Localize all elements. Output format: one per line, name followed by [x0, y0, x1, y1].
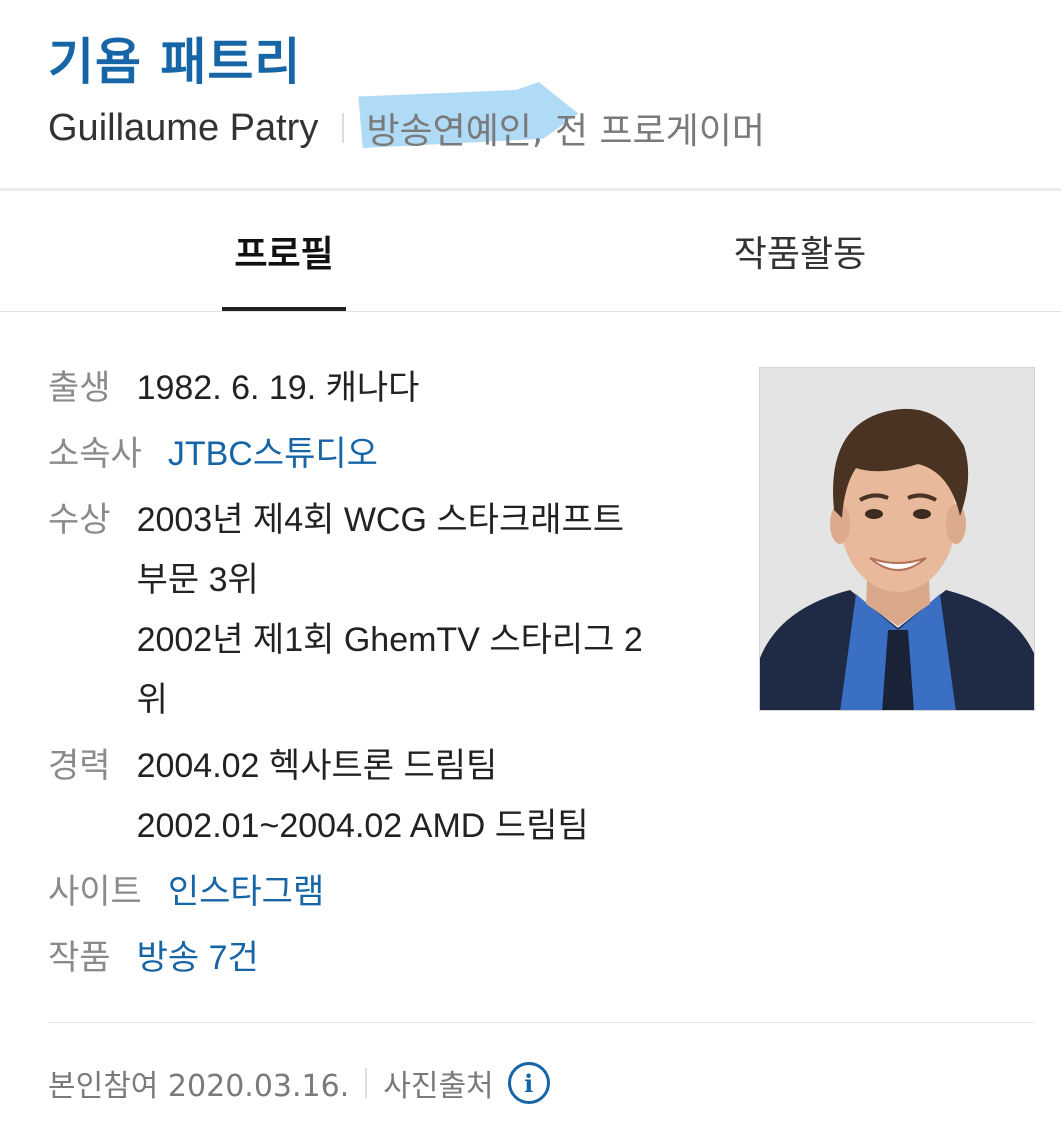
english-name: Guillaume Patry: [48, 106, 319, 149]
award-line: 부문 3위: [136, 561, 259, 599]
info-row-works: 작품 방송 7건: [48, 928, 748, 988]
info-row-awards: 수상 2003년 제4회 WCG 스타크래프트 부문 3위 2002년 제1회 …: [48, 490, 748, 730]
awards-list: 2003년 제4회 WCG 스타크래프트 부문 3위 2002년 제1회 Ghe…: [137, 490, 643, 730]
tab-works[interactable]: 작품활동: [690, 191, 910, 311]
subtitle: Guillaume Patry 방송연예인, 전 프로게이머: [48, 82, 765, 156]
birth-label: 출생: [48, 368, 111, 408]
tab-bar: 프로필 작품활동: [0, 191, 1061, 312]
career-label: 경력: [48, 746, 111, 786]
info-row-agency: 소속사 JTBC스튜디오: [48, 424, 748, 484]
info-row-birth: 출생 1982. 6. 19. 캐나다: [48, 358, 748, 418]
career-line: 2002.01~2004.02 AMD 드림팀: [136, 807, 589, 845]
agency-label: 소속사: [48, 434, 142, 474]
active-tab-indicator: [222, 307, 346, 311]
person-name[interactable]: 기욤 패트리: [48, 30, 301, 94]
info-row-career: 경력 2004.02 헥사트론 드림팀 2002.01~2004.02 AMD …: [48, 736, 748, 856]
profile-header: 기욤 패트리 Guillaume Patry 방송연예인, 전 프로게이머: [0, 0, 1061, 188]
award-line: 위: [136, 681, 168, 719]
instagram-link[interactable]: 인스타그램: [168, 862, 324, 922]
tab-profile[interactable]: 프로필: [186, 191, 382, 311]
occupation: 방송연예인, 전 프로게이머: [358, 82, 765, 154]
footer-separator: [365, 1068, 368, 1098]
works-label: 작품: [48, 938, 111, 978]
career-list: 2004.02 헥사트론 드림팀 2002.01~2004.02 AMD 드림팀: [137, 736, 589, 856]
footer-divider: [48, 1022, 1034, 1023]
career-line: 2004.02 헥사트론 드림팀: [136, 747, 498, 785]
award-line: 2002년 제1회 GhemTV 스타리그 2: [136, 621, 643, 659]
profile-photo[interactable]: [759, 367, 1035, 711]
occupation-rest: 전 프로게이머: [543, 111, 765, 152]
occupation-highlighted: 방송연예인,: [366, 111, 544, 152]
award-line: 2003년 제4회 WCG 스타크래프트: [136, 501, 625, 539]
profile-info: 출생 1982. 6. 19. 캐나다 소속사 JTBC스튜디오 수상 2003…: [48, 358, 748, 994]
portrait-image: [760, 368, 1034, 710]
footer: 본인참여 2020.03.16. 사진출처 i: [48, 1058, 550, 1108]
birth-value: 1982. 6. 19. 캐나다: [136, 369, 420, 407]
info-row-site: 사이트 인스타그램: [48, 862, 748, 922]
photo-source-link[interactable]: 사진출처: [383, 1061, 493, 1105]
agency-link[interactable]: JTBC스튜디오: [168, 424, 378, 484]
participation-date: 본인참여 2020.03.16.: [48, 1069, 350, 1104]
subtitle-separator: [342, 113, 345, 143]
site-label: 사이트: [48, 872, 142, 912]
works-link[interactable]: 방송 7건: [137, 928, 259, 988]
info-icon[interactable]: i: [507, 1062, 550, 1104]
awards-label: 수상: [48, 500, 111, 540]
